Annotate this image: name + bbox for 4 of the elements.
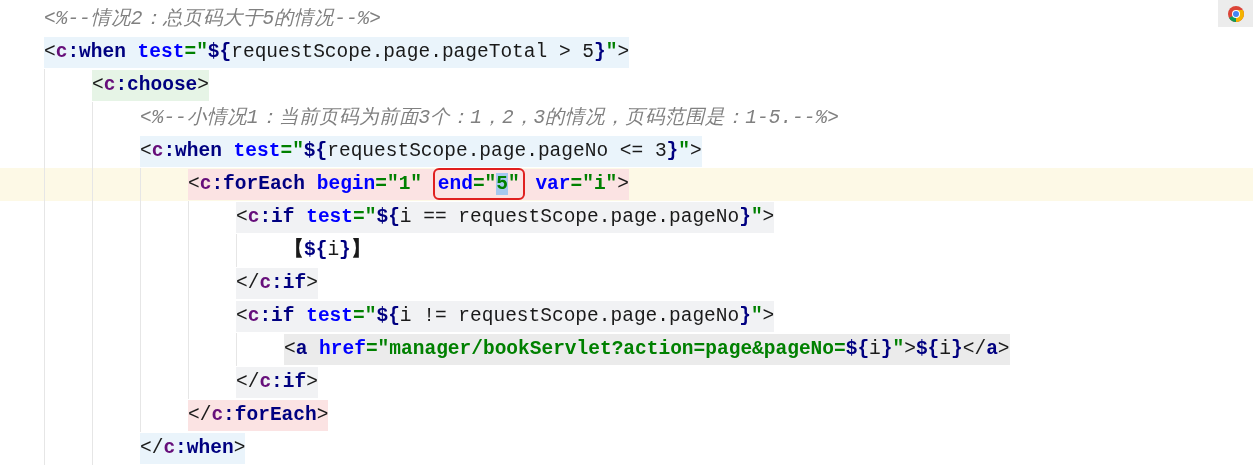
- code-comment: <%--情况2：总页码大于5的情况--%>: [44, 7, 382, 32]
- code-line: 【${i}】: [284, 237, 371, 263]
- browser-icon[interactable]: [1218, 0, 1253, 27]
- code-comment: <%--小情况1：当前页码为前面3个：1，2，3的情况，页码范围是：1-5.--%>: [140, 106, 839, 131]
